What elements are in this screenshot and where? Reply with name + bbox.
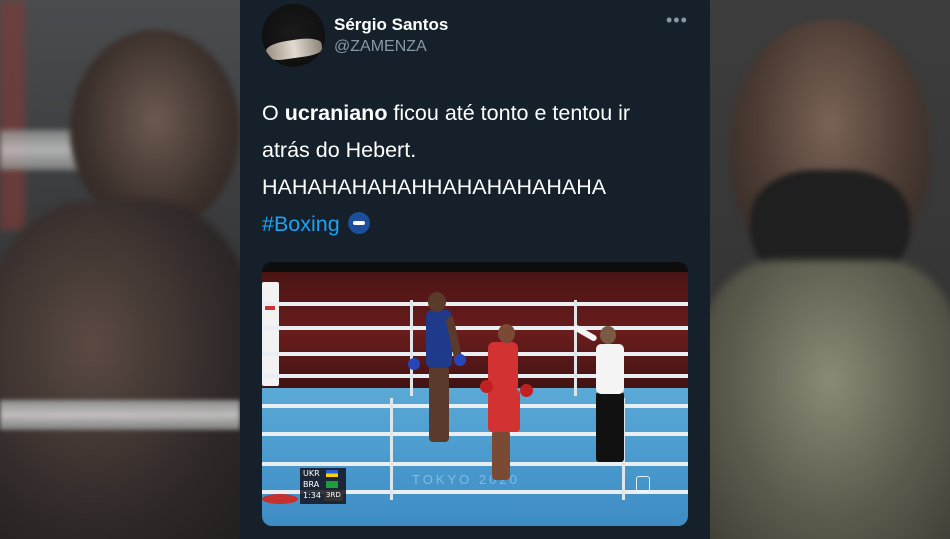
boxer-blue-glove: [408, 358, 420, 370]
user-handle[interactable]: @ZAMENZA: [334, 38, 427, 56]
tweet-text-bold: ucraniano: [284, 101, 388, 125]
tweet-text-line1-rest: ficou até tonto e tentou ir: [387, 101, 631, 125]
tweet-text-line-4: #Boxing: [262, 206, 702, 243]
hashtag-link[interactable]: #Boxing: [262, 212, 340, 236]
avatar-image: [265, 36, 323, 62]
scoreboard-overlay: UKR BRA 1:34 3RD: [300, 468, 346, 504]
ring-rope-spacer: [574, 300, 577, 396]
tweet-card[interactable]: Sérgio Santos @ZAMENZA ••• O ucraniano f…: [240, 0, 710, 539]
background-right-blurred: [710, 0, 950, 539]
boxer-blue-head: [428, 292, 446, 312]
video-frame: TOKYO 2020 UKR BRA 1:34 3RD: [262, 262, 688, 526]
ring-rope-top: [262, 302, 688, 306]
broadcast-logo-icon: [636, 476, 650, 492]
tweet-text-line-3: HAHAHAHAHAHHAHAHAHAHAHA: [262, 175, 607, 199]
background-red-corner: [0, 0, 25, 230]
scoreboard-time: 1:34: [303, 491, 321, 500]
background-man-shirt: [710, 260, 950, 539]
ring-rope-spacer-front: [390, 398, 393, 500]
scoreboard-row-time: 1:34 3RD: [300, 490, 346, 501]
scoreboard-row-ukr: UKR: [300, 468, 346, 479]
scoreboard-country-2: BRA: [303, 480, 320, 489]
tweet-text: O ucraniano ficou até tonto e tentou ir …: [262, 95, 702, 243]
referee-pants: [596, 392, 624, 462]
brazil-flag-icon: [326, 481, 338, 488]
ring-rope-4: [262, 374, 688, 378]
boxer-red-shorts: [488, 390, 520, 432]
more-options-icon[interactable]: •••: [666, 10, 688, 31]
tweet-video[interactable]: TOKYO 2020 UKR BRA 1:34 3RD: [262, 262, 688, 526]
avatar[interactable]: [262, 4, 325, 67]
background-boxer-body: [0, 200, 240, 539]
ring-corner-red: [262, 494, 298, 504]
scoreboard-round: 3RD: [324, 490, 343, 501]
boxing-emoji-icon: [347, 212, 370, 234]
scoreboard-row-bra: BRA: [300, 479, 346, 490]
boxer-red-glove: [520, 384, 533, 397]
boxer-red-legs: [492, 430, 510, 480]
background-left-blurred: [0, 0, 240, 539]
ring-rope-spacer: [410, 300, 413, 396]
background-ring-rope-lower: [0, 400, 240, 430]
tweet-text-line-2: atrás do Hebert.: [262, 138, 417, 162]
display-name[interactable]: Sérgio Santos: [334, 15, 448, 35]
referee-head: [600, 326, 616, 344]
referee-shirt: [596, 344, 624, 394]
tweet-text-line-1: O ucraniano ficou até tonto e tentou ir: [262, 95, 702, 132]
ukraine-flag-icon: [326, 470, 338, 477]
ring-rope-3: [262, 352, 688, 356]
tweet-text-prefix: O: [262, 101, 285, 125]
boxer-blue-legs: [429, 366, 449, 442]
boxer-blue-glove: [454, 354, 466, 366]
ring-rope-2: [262, 326, 688, 330]
boxer-red-glove: [480, 380, 493, 393]
ring-corner-pad: [262, 282, 279, 386]
scoreboard-country-1: UKR: [303, 469, 320, 478]
boxer-red-head: [498, 324, 515, 343]
